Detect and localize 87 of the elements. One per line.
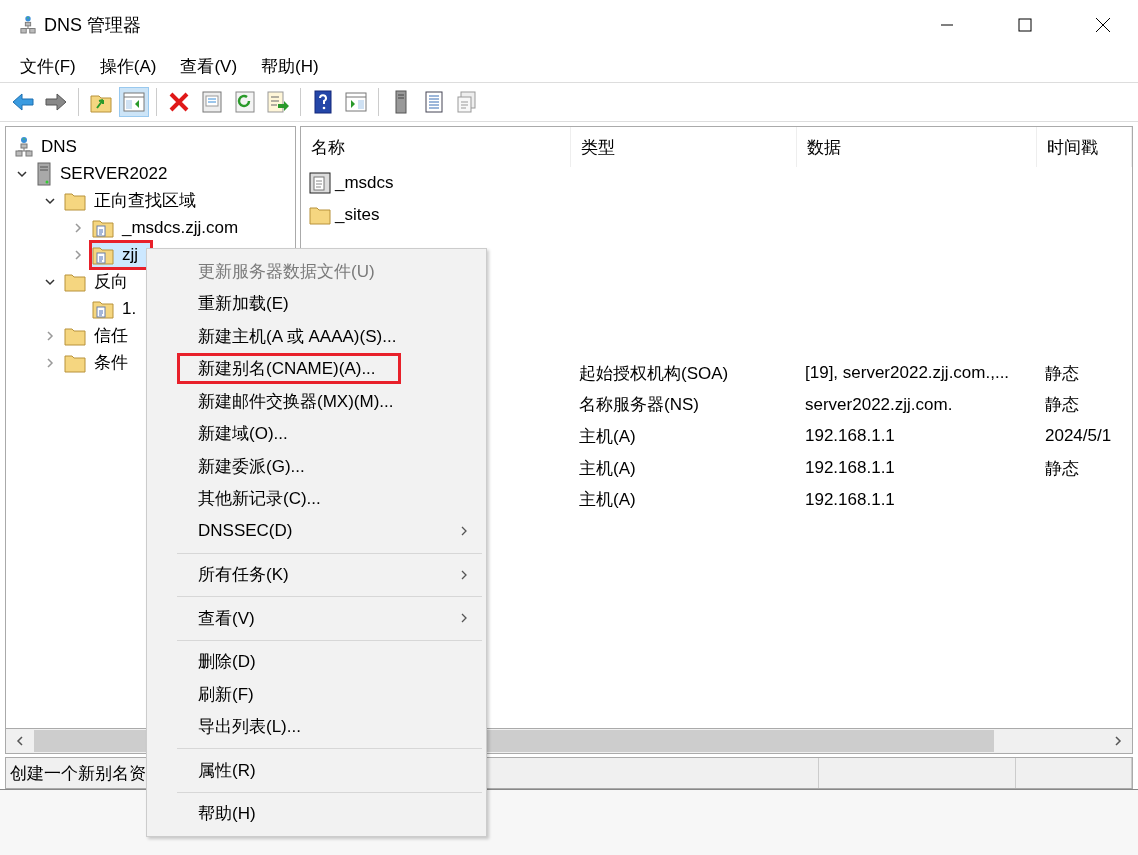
table-cell: 192.168.1.1 bbox=[805, 489, 895, 510]
panel-icon bbox=[122, 90, 146, 114]
export-icon bbox=[266, 90, 290, 114]
zone-folder-icon bbox=[92, 217, 114, 238]
chevron-right-icon bbox=[1113, 736, 1123, 746]
folder-icon bbox=[64, 352, 86, 373]
context-menu-item[interactable]: 查看(V) bbox=[147, 602, 486, 635]
context-menu-item[interactable]: 新建域(O)... bbox=[147, 417, 486, 450]
list-icon bbox=[422, 90, 446, 114]
chevron-right-icon[interactable] bbox=[72, 221, 84, 234]
menu-item-label: 帮助(H) bbox=[197, 803, 257, 826]
menu-item-label: 新建别名(CNAME)(A)... bbox=[177, 353, 401, 385]
context-menu-item[interactable]: 新建委派(G)... bbox=[147, 450, 486, 483]
table-cell-text: 起始授权机构(SOA) bbox=[579, 362, 729, 385]
copy-icon bbox=[455, 90, 479, 114]
menu-item-label: 属性(R) bbox=[197, 759, 257, 782]
column-header[interactable]: 时间戳 bbox=[1037, 127, 1132, 167]
panel-icon bbox=[344, 90, 368, 114]
window-title: DNS 管理器 bbox=[44, 14, 142, 37]
back-arrow-icon bbox=[11, 90, 35, 114]
context-menu-item[interactable]: 帮助(H) bbox=[147, 797, 486, 830]
row-name: _sites bbox=[335, 204, 380, 225]
menu-item-label: 所有任务(K) bbox=[197, 564, 290, 587]
folder-icon bbox=[309, 204, 331, 225]
refresh-icon bbox=[233, 90, 257, 114]
table-cell-text: 主机(A) bbox=[579, 489, 636, 512]
menu-item-label: 删除(D) bbox=[197, 651, 257, 674]
chevron-right-icon[interactable] bbox=[44, 356, 56, 369]
table-cell-text: 主机(A) bbox=[579, 457, 636, 480]
network-icon bbox=[20, 16, 36, 34]
menu-item-label: 其他新记录(C)... bbox=[197, 488, 322, 511]
row-name: _msdcs bbox=[335, 172, 394, 193]
table-cell: 2024/5/1 bbox=[1045, 426, 1112, 447]
server-icon bbox=[36, 161, 52, 186]
table-cell: 192.168.1.1 bbox=[805, 426, 895, 447]
menu-item-label: 新建主机(A 或 AAAA)(S)... bbox=[197, 325, 398, 348]
menu-item-label: DNSSEC(D) bbox=[197, 520, 294, 543]
table-cell: server2022.zjj.com. bbox=[805, 394, 953, 415]
menu-item[interactable]: 操作(A) bbox=[87, 50, 169, 82]
menu-item-label: 新建委派(G)... bbox=[197, 455, 306, 478]
menu-item[interactable]: 文件(F) bbox=[8, 50, 88, 82]
table-cell-text: 名称服务器(NS) bbox=[579, 394, 699, 417]
zone-folder-icon bbox=[92, 298, 114, 319]
close-icon bbox=[1095, 17, 1111, 33]
table-cell-text: 静态 bbox=[1045, 394, 1079, 417]
maximize-icon bbox=[1018, 18, 1032, 32]
table-cell-text: 静态 bbox=[1045, 362, 1079, 385]
context-menu-item[interactable]: 刷新(F) bbox=[147, 678, 486, 711]
document-icon bbox=[309, 171, 331, 194]
status-text: 创建一个新别名资 bbox=[10, 762, 146, 785]
context-menu-item[interactable]: 其他新记录(C)... bbox=[147, 482, 486, 515]
menu-item-label: 新建域(O)... bbox=[197, 423, 289, 446]
menu-item-label: 更新服务器数据文件(U) bbox=[197, 260, 376, 283]
folder-icon bbox=[64, 325, 86, 346]
properties-icon bbox=[200, 90, 224, 114]
table-cell-text: 主机(A) bbox=[579, 425, 636, 448]
context-menu-item[interactable]: 新建别名(CNAME)(A)... bbox=[147, 352, 486, 385]
table-cell-text: 静态 bbox=[1045, 457, 1079, 480]
tree-item[interactable]: zjj bbox=[89, 239, 154, 270]
chevron-right-icon[interactable] bbox=[72, 248, 84, 261]
menu-item-label: 刷新(F) bbox=[197, 683, 255, 706]
chevron-right-icon[interactable] bbox=[44, 329, 56, 342]
menu-item[interactable]: 帮助(H) bbox=[249, 50, 331, 82]
help-icon bbox=[311, 90, 335, 114]
zone-folder-icon bbox=[92, 244, 114, 265]
context-menu-item[interactable]: 删除(D) bbox=[147, 645, 486, 678]
folder-icon bbox=[64, 190, 86, 211]
folder-icon bbox=[64, 271, 86, 292]
context-menu-item[interactable]: 属性(R) bbox=[147, 754, 486, 787]
menu-item-label: 导出列表(L)... bbox=[197, 716, 302, 739]
context-menu-item[interactable]: DNSSEC(D) bbox=[147, 515, 486, 548]
column-header[interactable]: 名称 bbox=[301, 127, 571, 167]
delete-icon bbox=[167, 90, 191, 114]
table-cell: 192.168.1.1 bbox=[805, 458, 895, 479]
menu-item[interactable]: 查看(V) bbox=[168, 50, 250, 82]
context-menu-item[interactable]: 所有任务(K) bbox=[147, 558, 486, 591]
network-icon bbox=[15, 136, 33, 157]
menu-item-label: 重新加载(E) bbox=[197, 293, 290, 316]
menu-item-label: 新建邮件交换器(MX)(M)... bbox=[197, 390, 395, 413]
forward-arrow-icon bbox=[44, 90, 68, 114]
table-cell: [19], server2022.zjj.com.,... bbox=[805, 363, 1010, 383]
column-header[interactable]: 类型 bbox=[571, 127, 797, 167]
column-header[interactable]: 数据 bbox=[797, 127, 1037, 167]
chevron-left-icon bbox=[15, 736, 25, 746]
menu-item-label: 查看(V) bbox=[197, 607, 256, 630]
context-menu-item[interactable]: 导出列表(L)... bbox=[147, 710, 486, 743]
context-menu-item[interactable]: 新建邮件交换器(MX)(M)... bbox=[147, 385, 486, 418]
